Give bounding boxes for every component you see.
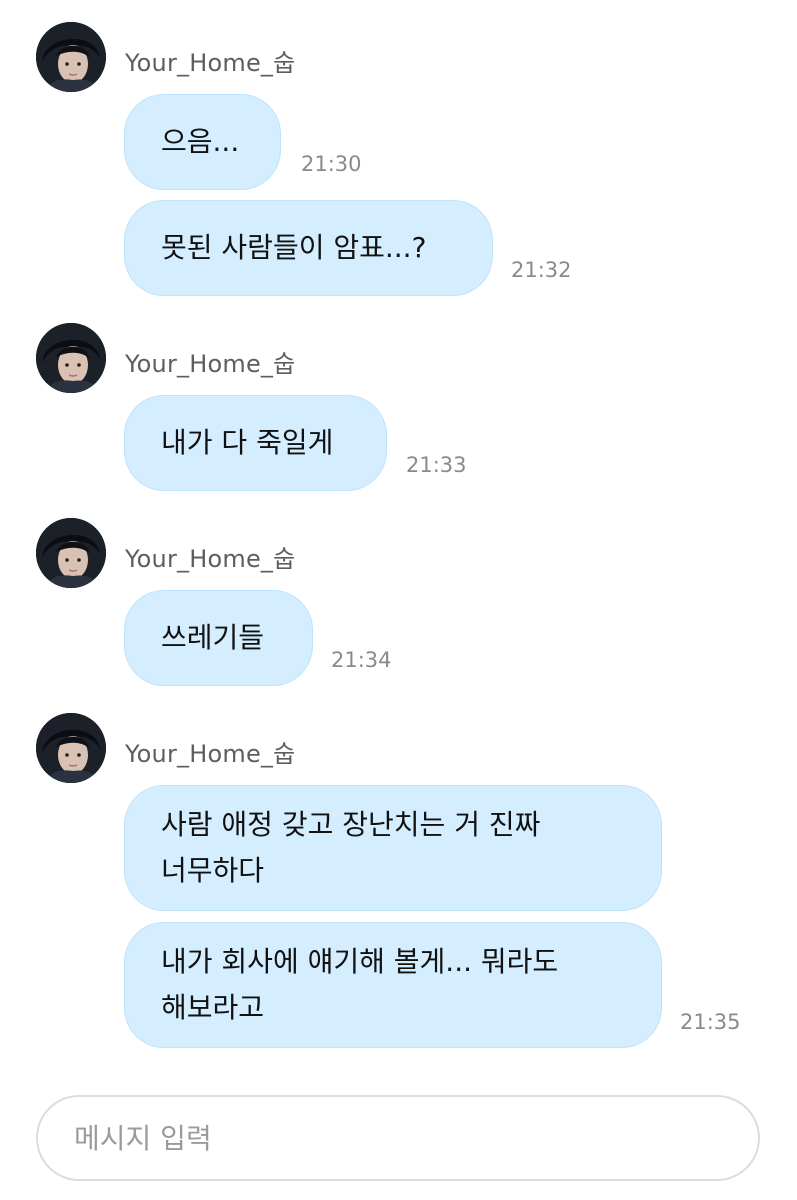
message-time: 21:35: [680, 1010, 741, 1034]
message-time: 21:30: [301, 152, 362, 176]
sender-name: Your_Home_숩: [125, 740, 296, 768]
message-bubble[interactable]: 내가 회사에 얘기해 볼게... 뭐라도 해보라고: [124, 922, 662, 1048]
avatar[interactable]: [36, 713, 106, 783]
message-text: 내가 회사에 얘기해 볼게... 뭐라도 해보라고: [161, 945, 559, 1024]
avatar-photo-icon: [36, 518, 106, 588]
message-bubble[interactable]: 사람 애정 갖고 장난치는 거 진짜 너무하다: [124, 785, 662, 911]
message-bubble[interactable]: 내가 다 죽일게: [124, 395, 387, 491]
avatar-photo-icon: [36, 713, 106, 783]
message-text: 사람 애정 갖고 장난치는 거 진짜 너무하다: [161, 808, 541, 887]
sender-name: Your_Home_숩: [125, 545, 296, 573]
sender-name: Your_Home_숩: [125, 49, 296, 77]
message-text: 못된 사람들이 암표...?: [161, 231, 427, 264]
message-bubble[interactable]: 못된 사람들이 암표...?: [124, 200, 493, 296]
message-time: 21:34: [331, 648, 392, 672]
message-composer[interactable]: [36, 1095, 760, 1181]
avatar[interactable]: [36, 323, 106, 393]
avatar[interactable]: [36, 22, 106, 92]
avatar-photo-icon: [36, 323, 106, 393]
message-time: 21:32: [511, 258, 572, 282]
message-input[interactable]: [72, 1120, 716, 1156]
avatar[interactable]: [36, 518, 106, 588]
message-text: 으음...: [161, 125, 240, 158]
message-bubble[interactable]: 쓰레기들: [124, 590, 313, 686]
message-bubble[interactable]: 으음...: [124, 94, 281, 190]
sender-name: Your_Home_숩: [125, 350, 296, 378]
message-text: 쓰레기들: [161, 621, 265, 654]
avatar-photo-icon: [36, 22, 106, 92]
message-time: 21:33: [406, 453, 467, 477]
message-text: 내가 다 죽일게: [161, 426, 334, 459]
